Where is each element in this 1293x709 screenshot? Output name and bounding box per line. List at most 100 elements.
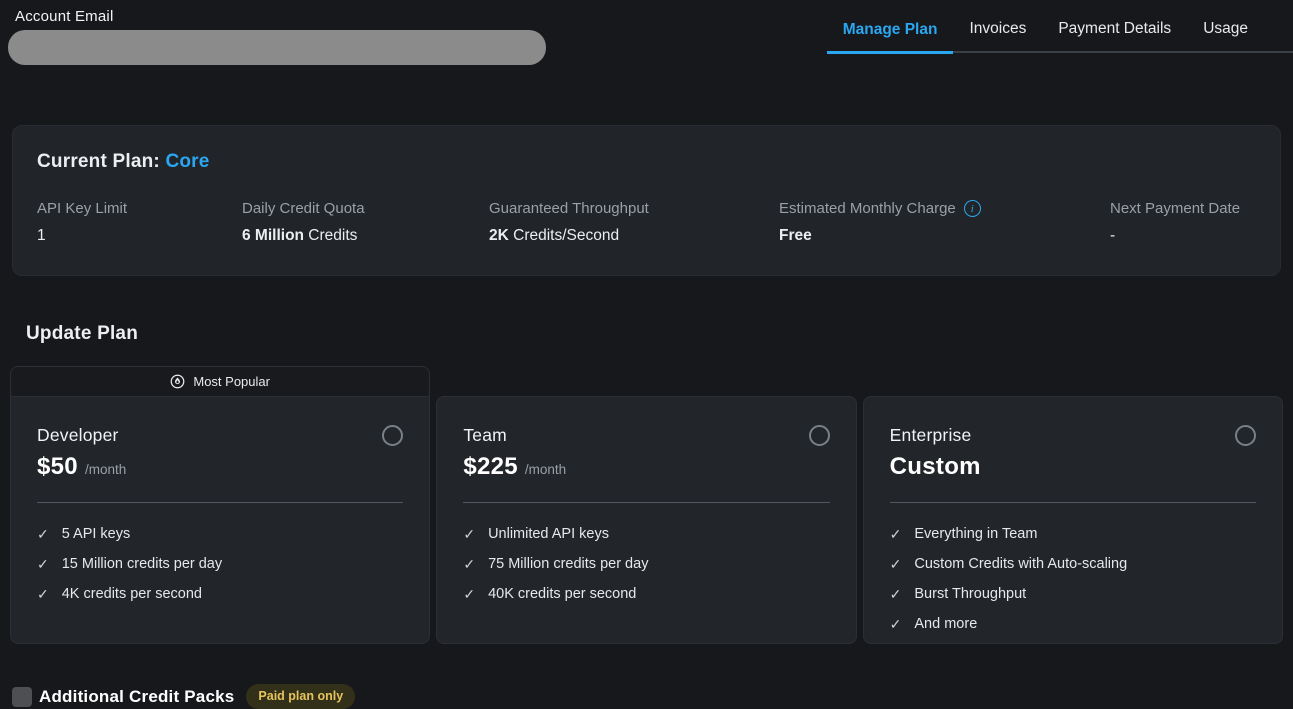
check-icon: ✓ [463, 587, 475, 601]
check-icon: ✓ [37, 587, 49, 601]
plan-feature: ✓ Unlimited API keys [463, 526, 829, 542]
check-icon: ✓ [463, 527, 475, 541]
current-plan-name: Core [165, 151, 209, 172]
plan-card-team[interactable]: Team $225 /month ✓ Unlimited API keys ✓ 75… [436, 396, 856, 644]
plan-price-row: Custom [890, 453, 1256, 481]
current-plan-title: Current Plan: Core [37, 151, 1256, 173]
credit-packs-label: Additional Credit Packs [39, 687, 234, 707]
check-icon: ✓ [890, 527, 902, 541]
plan-column-team: Team $225 /month ✓ Unlimited API keys ✓ 75… [436, 366, 856, 644]
feature-text: 15 Million credits per day [62, 556, 222, 572]
stat-label: API Key Limit [37, 200, 242, 217]
plan-feature: ✓ 75 Million credits per day [463, 556, 829, 572]
stat-label: Daily Credit Quota [242, 200, 489, 217]
plan-feature: ✓Burst Throughput [890, 586, 1256, 602]
check-icon: ✓ [463, 557, 475, 571]
stat-value: 2K Credits/Second [489, 227, 779, 245]
account-email-label: Account Email [15, 8, 546, 25]
plan-column-enterprise: Enterprise Custom ✓ Everything in Team ✓ C… [863, 366, 1283, 644]
plan-divider [37, 502, 403, 503]
credit-packs-checkbox[interactable] [12, 687, 32, 707]
plan-head: Team [463, 425, 829, 446]
plan-name: Enterprise [890, 425, 972, 446]
check-icon: ✓ [890, 557, 902, 571]
tab-invoices[interactable]: Invoices [953, 0, 1042, 51]
feature-text: Custom Credits with Auto-scaling [914, 556, 1127, 572]
plan-radio-developer[interactable] [382, 425, 403, 446]
plan-column-developer: Most Popular Developer $50 /month ✓ 5 API… [10, 366, 430, 644]
plan-divider [463, 502, 829, 503]
stat-value-rest: Credits/Second [509, 227, 619, 244]
stat-next-payment-date: Next Payment Date - [1110, 200, 1240, 245]
feature-text: 4K credits per second [62, 586, 202, 602]
plan-name: Team [463, 425, 507, 446]
most-popular-badge: Most Popular [10, 366, 430, 396]
stat-value: 6 Million Credits [242, 227, 489, 245]
stat-api-key-limit: API Key Limit 1 [37, 200, 242, 245]
plan-divider [890, 502, 1256, 503]
plan-price: Custom [890, 453, 981, 481]
stat-value: 1 [37, 227, 242, 245]
stat-value-strong: 2K [489, 227, 509, 244]
plan-options: Most Popular Developer $50 /month ✓ 5 API… [10, 366, 1283, 644]
feature-text: Everything in Team [914, 526, 1037, 542]
current-plan-stats: API Key Limit 1 Daily Credit Quota 6 Mil… [37, 200, 1256, 245]
feature-text: 75 Million credits per day [488, 556, 648, 572]
tab-manage-plan[interactable]: Manage Plan [827, 1, 954, 54]
stat-value: - [1110, 227, 1240, 245]
feature-text: 40K credits per second [488, 586, 636, 602]
stat-label-text: Estimated Monthly Charge [779, 200, 956, 217]
plan-period: /month [85, 462, 126, 477]
plan-price: $50 [37, 453, 78, 481]
plan-head: Developer [37, 425, 403, 446]
plan-feature: ✓ 40K credits per second [463, 586, 829, 602]
account-email-input[interactable] [8, 30, 546, 65]
feature-text: Unlimited API keys [488, 526, 609, 542]
current-plan-title-prefix: Current Plan: [37, 151, 165, 172]
paid-plan-only-badge: Paid plan only [246, 684, 355, 709]
plan-feature: ✓ Everything in Team [890, 526, 1256, 542]
plan-period: /month [525, 462, 566, 477]
plan-features: ✓ Everything in Team ✓ Custom Credits with… [890, 526, 1256, 632]
plan-head: Enterprise [890, 425, 1256, 446]
plan-radio-team[interactable] [809, 425, 830, 446]
stat-guaranteed-throughput: Guaranteed Throughput 2K Credits/Second [489, 200, 779, 245]
stat-label: Next Payment Date [1110, 200, 1240, 217]
plan-feature: ✓ 15 Million credits per day [37, 556, 403, 572]
check-icon: ✓ [890, 587, 902, 601]
most-popular-label: Most Popular [193, 374, 270, 389]
stat-value-strong: 6 Million [242, 227, 304, 244]
stat-value-rest: - [1110, 227, 1115, 244]
plan-radio-enterprise[interactable] [1235, 425, 1256, 446]
check-icon: ✓ [890, 617, 902, 631]
current-plan-card: Current Plan: Core API Key Limit 1 Daily… [12, 125, 1281, 276]
tab-payment-details[interactable]: Payment Details [1042, 0, 1187, 51]
plan-price-row: $50 /month [37, 453, 403, 481]
plan-feature: ✓ And more [890, 616, 1256, 632]
stat-label: Guaranteed Throughput [489, 200, 779, 217]
info-icon[interactable]: i [964, 200, 981, 217]
check-icon: ✓ [37, 527, 49, 541]
plan-price-row: $225 /month [463, 453, 829, 481]
tab-usage[interactable]: Usage [1187, 0, 1264, 51]
feature-text: And more [914, 616, 977, 632]
plan-feature: ✓ 5 API keys [37, 526, 403, 542]
stat-daily-credit-quota: Daily Credit Quota 6 Million Credits [242, 200, 489, 245]
plan-card-developer[interactable]: Developer $50 /month ✓ 5 API keys ✓ 15 Mil… [10, 396, 430, 644]
plan-feature: ✓ 4K credits per second [37, 586, 403, 602]
stat-estimated-monthly-charge: Estimated Monthly Charge i Free [779, 200, 1110, 245]
feature-text: 5 API keys [62, 526, 131, 542]
stat-value-rest: 1 [37, 227, 46, 244]
plan-card-enterprise[interactable]: Enterprise Custom ✓ Everything in Team ✓ C… [863, 396, 1283, 644]
check-icon: ✓ [37, 557, 49, 571]
stat-value-strong: Free [779, 227, 812, 244]
plan-feature: ✓ Custom Credits with Auto-scaling [890, 556, 1256, 572]
plan-price: $225 [463, 453, 518, 481]
plan-features: ✓5 API keys ✓15 Million credits per day … [37, 526, 403, 602]
stat-value: Free [779, 227, 1110, 245]
update-plan-title: Update Plan [26, 323, 1293, 345]
account-email-block: Account Email [0, 0, 546, 65]
stat-label: Estimated Monthly Charge i [779, 200, 1110, 217]
billing-tabs: Manage Plan Invoices Payment Details Usa… [827, 0, 1293, 53]
additional-credit-packs-row: Additional Credit Packs Paid plan only [12, 684, 1293, 709]
